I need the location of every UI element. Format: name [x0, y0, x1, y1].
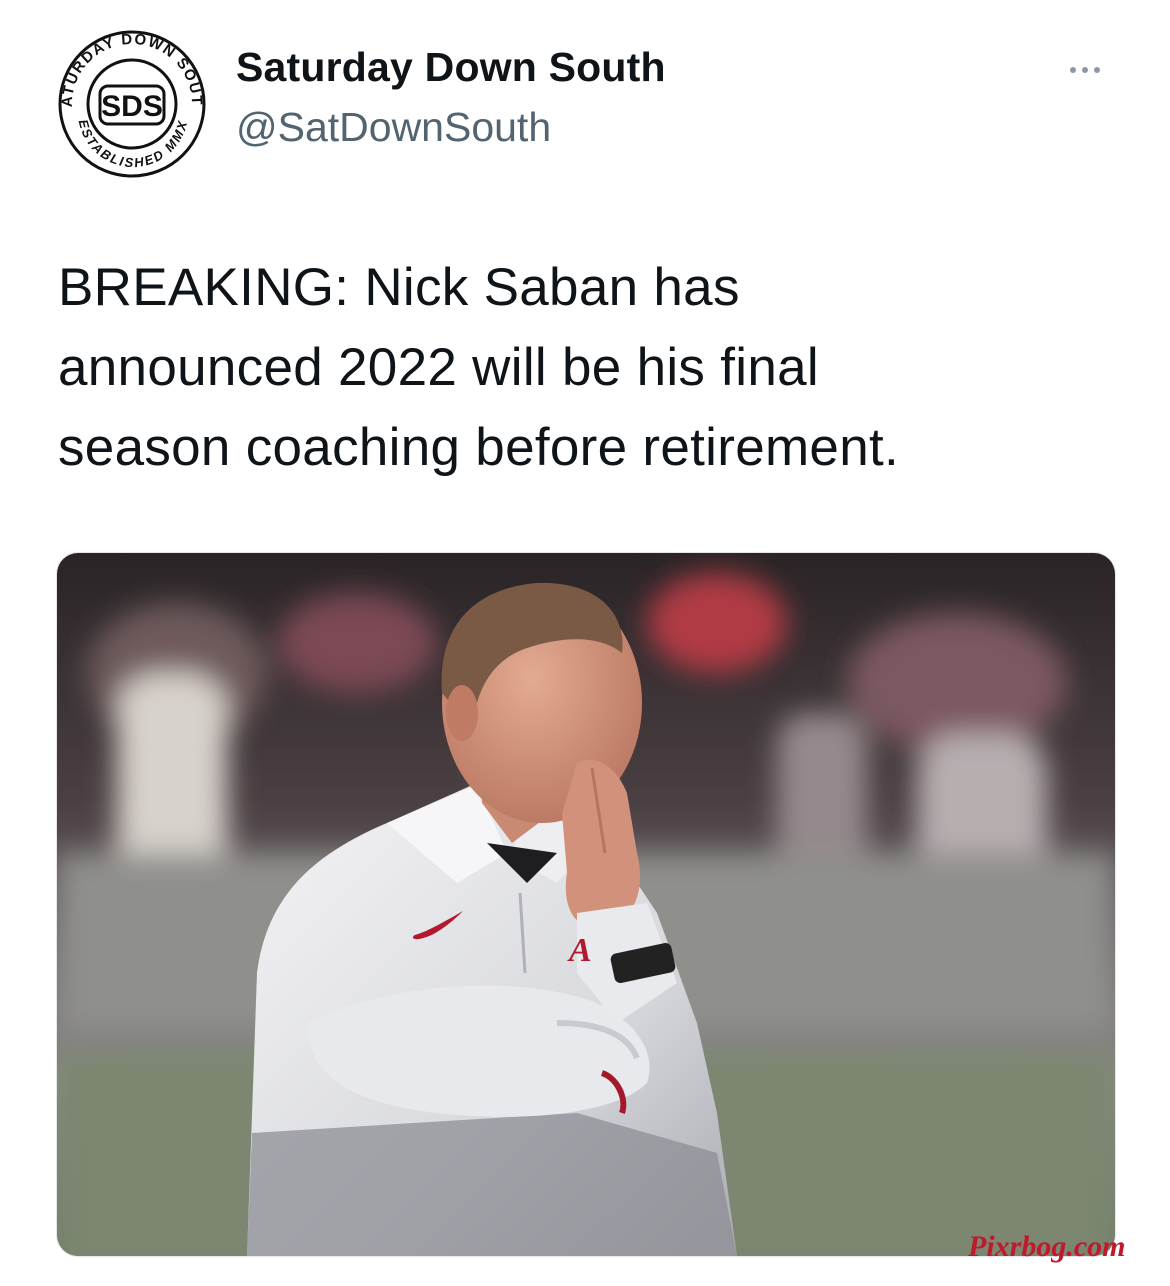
more-horizontal-icon [1070, 67, 1076, 73]
coach-photo-illustration: A [57, 553, 1115, 1256]
tweet-text-line: season coaching before retirement. [58, 418, 900, 477]
tweet-photo[interactable]: A [56, 552, 1116, 1257]
more-dot [1094, 67, 1100, 73]
user-handle[interactable]: @SatDownSouth [236, 104, 551, 151]
svg-text:A: A [567, 932, 592, 969]
tweet-text: BREAKING: Nick Saban has announced 2022 w… [58, 248, 1118, 488]
display-name[interactable]: Saturday Down South [236, 44, 666, 91]
tweet-text-line: announced 2022 will be his final [58, 338, 819, 397]
watermark: Pixrbog.com [968, 1230, 1126, 1263]
more-dot [1082, 67, 1088, 73]
tweet-text-line: BREAKING: Nick Saban has [58, 258, 740, 317]
sds-logo-icon: SATURDAY DOWN SOUTH ESTABLISHED MMX SDS [50, 28, 206, 178]
svg-text:SDS: SDS [101, 90, 163, 123]
tweet-card: SATURDAY DOWN SOUTH ESTABLISHED MMX SDS … [0, 0, 1170, 1286]
more-options-button[interactable] [1060, 56, 1110, 84]
avatar[interactable]: SATURDAY DOWN SOUTH ESTABLISHED MMX SDS [50, 28, 215, 178]
